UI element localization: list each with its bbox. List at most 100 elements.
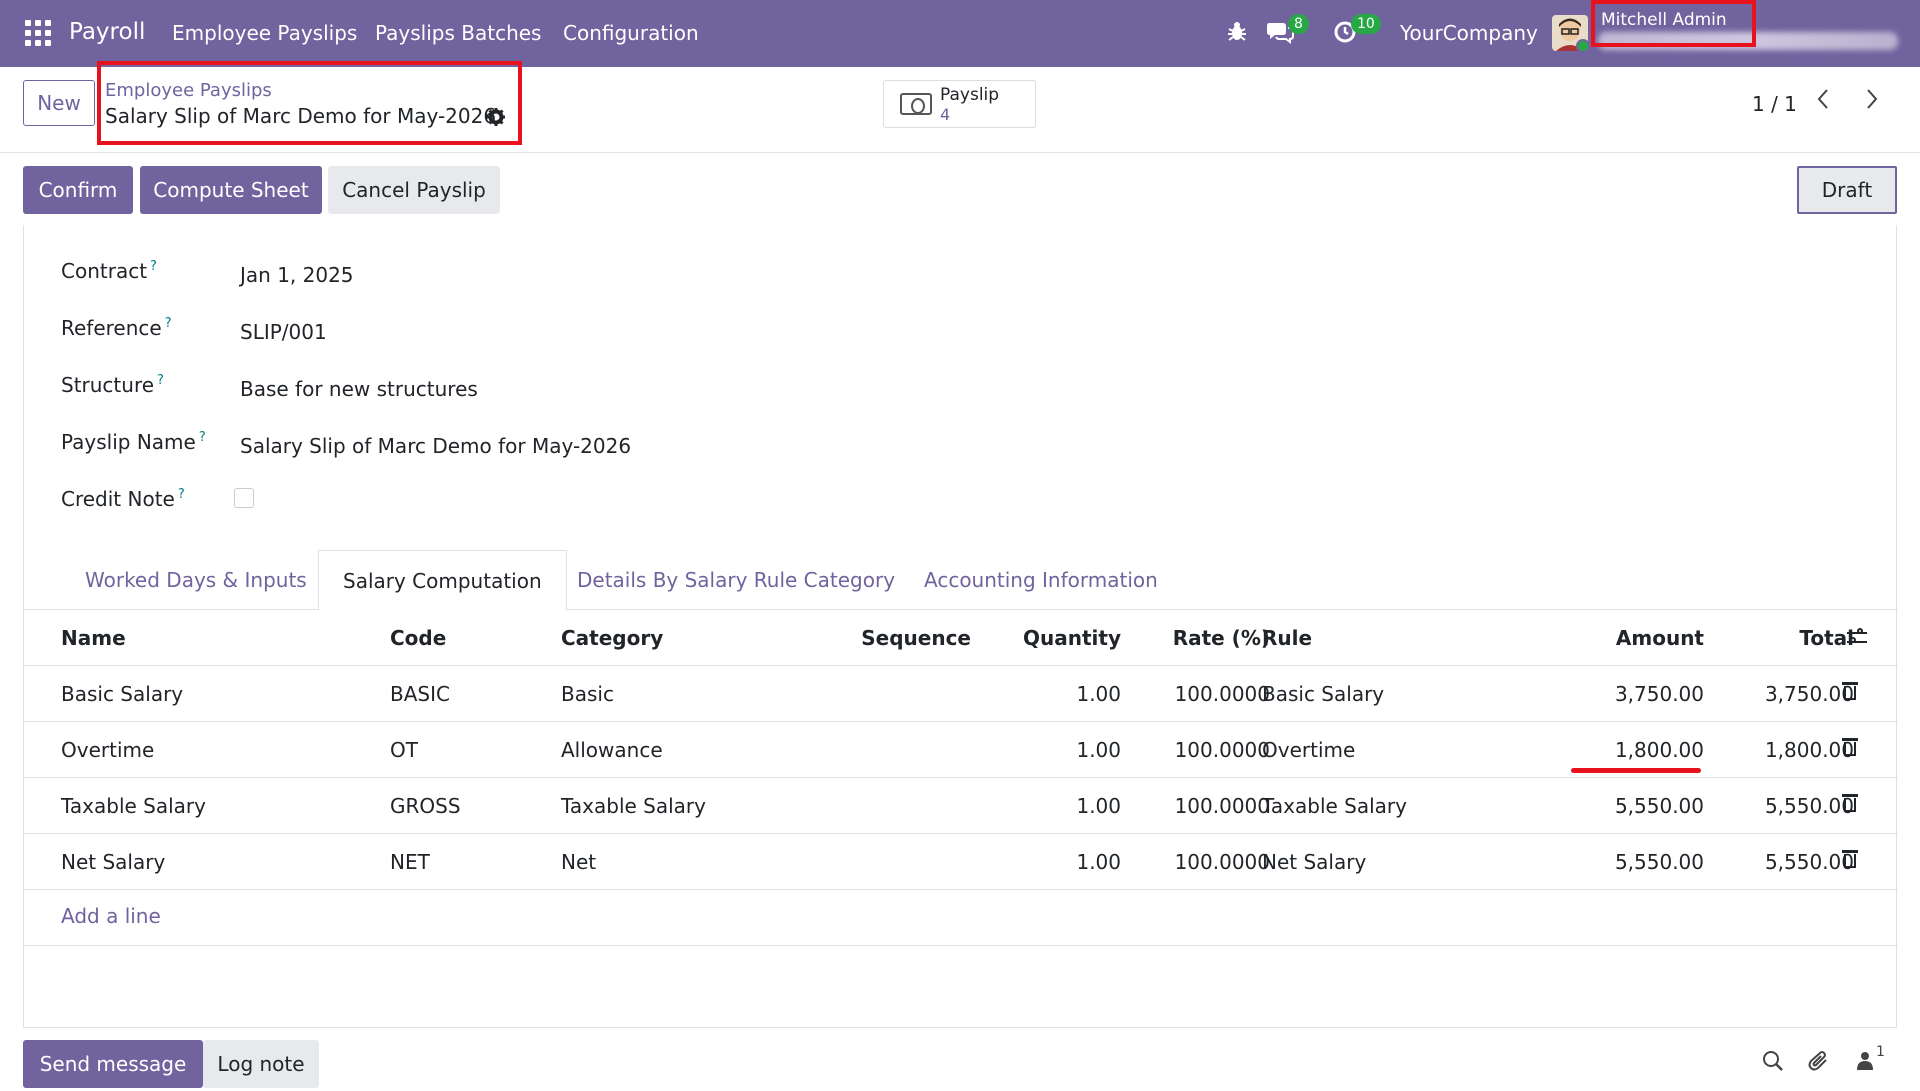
cell-code: BASIC — [390, 682, 450, 706]
cell-quantity: 1.00 — [1076, 738, 1121, 762]
tab-accounting-information[interactable]: Accounting Information — [900, 550, 1182, 610]
delete-row-trash-icon[interactable] — [1842, 850, 1858, 868]
messages-badge: 8 — [1288, 14, 1309, 34]
cell-category: Allowance — [561, 738, 663, 762]
highlight-breadcrumb-box — [97, 61, 522, 145]
cell-quantity: 1.00 — [1076, 850, 1121, 874]
table-row[interactable]: Taxable Salary GROSS Taxable Salary 1.00… — [24, 778, 1898, 834]
column-header-amount[interactable]: Amount — [1616, 626, 1704, 650]
tab-details-by-salary-rule-category[interactable]: Details By Salary Rule Category — [553, 550, 919, 610]
search-icon[interactable] — [1762, 1050, 1784, 1078]
cell-amount: 1,800.00 — [1614, 738, 1704, 762]
pager-value[interactable]: 1 / 1 — [1752, 92, 1797, 116]
menu-employee-payslips[interactable]: Employee Payslips — [172, 21, 357, 45]
paperclip-icon[interactable] — [1808, 1050, 1830, 1078]
cell-total: 5,550.00 — [1764, 850, 1854, 874]
smart-button-label: Payslip — [940, 85, 1000, 105]
cell-total: 5,550.00 — [1764, 794, 1854, 818]
table-row[interactable]: Net Salary NET Net 1.00 100.0000 Net Sal… — [24, 834, 1898, 890]
pager-previous-icon[interactable] — [1816, 87, 1830, 117]
followers-count: 1 — [1876, 1044, 1885, 1060]
delete-row-trash-icon[interactable] — [1842, 794, 1858, 812]
followers-icon[interactable] — [1856, 1050, 1874, 1076]
user-avatar[interactable] — [1552, 15, 1588, 51]
help-tooltip-icon[interactable]: ? — [165, 316, 172, 331]
credit-note-label: Credit Note? — [61, 487, 185, 511]
cell-rate: 100.0000 — [1174, 794, 1270, 818]
help-tooltip-icon[interactable]: ? — [199, 430, 206, 445]
online-status-dot — [1576, 39, 1588, 51]
cell-code: GROSS — [390, 794, 461, 818]
status-draft[interactable]: Draft — [1797, 166, 1897, 214]
cell-amount: 3,750.00 — [1614, 682, 1704, 706]
payslip-smart-button[interactable]: Payslip 4 — [883, 80, 1036, 128]
cell-quantity: 1.00 — [1076, 794, 1121, 818]
new-button[interactable]: New — [23, 80, 95, 126]
menu-configuration[interactable]: Configuration — [563, 21, 699, 45]
contract-label: Contract? — [61, 259, 157, 283]
add-line-link[interactable]: Add a line — [61, 904, 161, 928]
column-header-rate[interactable]: Rate (%) — [1173, 626, 1270, 650]
debug-bug-icon[interactable] — [1227, 20, 1247, 48]
cell-category: Net — [561, 850, 597, 874]
cell-rate: 100.0000 — [1174, 682, 1270, 706]
cell-name: Taxable Salary — [61, 794, 206, 818]
cell-rule: Taxable Salary — [1262, 794, 1407, 818]
table-header: Name Code Category Sequence Quantity Rat… — [24, 610, 1898, 666]
cell-code: OT — [390, 738, 418, 762]
column-header-sequence[interactable]: Sequence — [861, 626, 971, 650]
add-line-row — [24, 890, 1898, 946]
highlight-user-box — [1591, 0, 1756, 47]
delete-row-trash-icon[interactable] — [1842, 738, 1858, 756]
cell-rule: Net Salary — [1262, 850, 1367, 874]
cell-rate: 100.0000 — [1174, 738, 1270, 762]
notebook-tabs: Worked Days & Inputs Salary Computation … — [24, 550, 1898, 611]
send-message-button[interactable]: Send message — [23, 1040, 203, 1088]
column-header-code[interactable]: Code — [390, 626, 446, 650]
table-row[interactable]: Basic Salary BASIC Basic 1.00 100.0000 B… — [24, 666, 1898, 722]
log-note-button[interactable]: Log note — [203, 1040, 319, 1088]
column-header-quantity[interactable]: Quantity — [1023, 626, 1121, 650]
structure-field[interactable]: Base for new structures — [240, 377, 478, 401]
cell-amount: 5,550.00 — [1614, 794, 1704, 818]
column-header-total[interactable]: Total — [1799, 626, 1854, 650]
confirm-button[interactable]: Confirm — [23, 166, 133, 214]
reference-label: Reference? — [61, 316, 172, 340]
help-tooltip-icon[interactable]: ? — [178, 487, 185, 502]
tab-worked-days-inputs[interactable]: Worked Days & Inputs — [61, 550, 331, 610]
highlight-underline — [1571, 768, 1701, 773]
menu-payslips-batches[interactable]: Payslips Batches — [375, 21, 541, 45]
payslip-name-label: Payslip Name? — [61, 430, 206, 454]
cell-total: 1,800.00 — [1764, 738, 1854, 762]
cell-code: NET — [390, 850, 430, 874]
delete-row-trash-icon[interactable] — [1842, 682, 1858, 700]
help-tooltip-icon[interactable]: ? — [150, 259, 157, 274]
column-header-name[interactable]: Name — [61, 626, 126, 650]
cell-category: Taxable Salary — [561, 794, 706, 818]
optional-columns-icon[interactable] — [1847, 628, 1867, 648]
column-header-category[interactable]: Category — [561, 626, 663, 650]
column-header-rule[interactable]: Rule — [1262, 626, 1312, 650]
contract-field[interactable]: Jan 1, 2025 — [240, 263, 354, 287]
cell-rule: Basic Salary — [1262, 682, 1385, 706]
money-icon — [900, 93, 932, 115]
app-name[interactable]: Payroll — [69, 19, 145, 45]
apps-menu-icon[interactable] — [25, 20, 51, 46]
cell-name: Basic Salary — [61, 682, 184, 706]
structure-label: Structure? — [61, 373, 164, 397]
company-switcher[interactable]: YourCompany — [1400, 21, 1538, 45]
compute-sheet-button[interactable]: Compute Sheet — [140, 166, 322, 214]
pager-next-icon[interactable] — [1865, 87, 1879, 117]
form-sheet: Contract? Jan 1, 2025 Reference? SLIP/00… — [23, 225, 1898, 1028]
chatter-bar: Send message Log note 1 — [0, 1028, 1920, 1091]
form-statusbar: Confirm Compute Sheet Cancel Payslip Dra… — [0, 153, 1920, 225]
credit-note-checkbox[interactable] — [234, 488, 254, 508]
tab-salary-computation[interactable]: Salary Computation — [318, 550, 567, 611]
reference-field[interactable]: SLIP/001 — [240, 320, 327, 344]
payslip-name-field[interactable]: Salary Slip of Marc Demo for May-2026 — [240, 434, 631, 458]
cancel-payslip-button[interactable]: Cancel Payslip — [328, 166, 500, 214]
cell-name: Net Salary — [61, 850, 166, 874]
help-tooltip-icon[interactable]: ? — [157, 373, 164, 388]
main-navbar: Payroll Employee Payslips Payslips Batch… — [0, 0, 1920, 67]
cell-quantity: 1.00 — [1076, 682, 1121, 706]
